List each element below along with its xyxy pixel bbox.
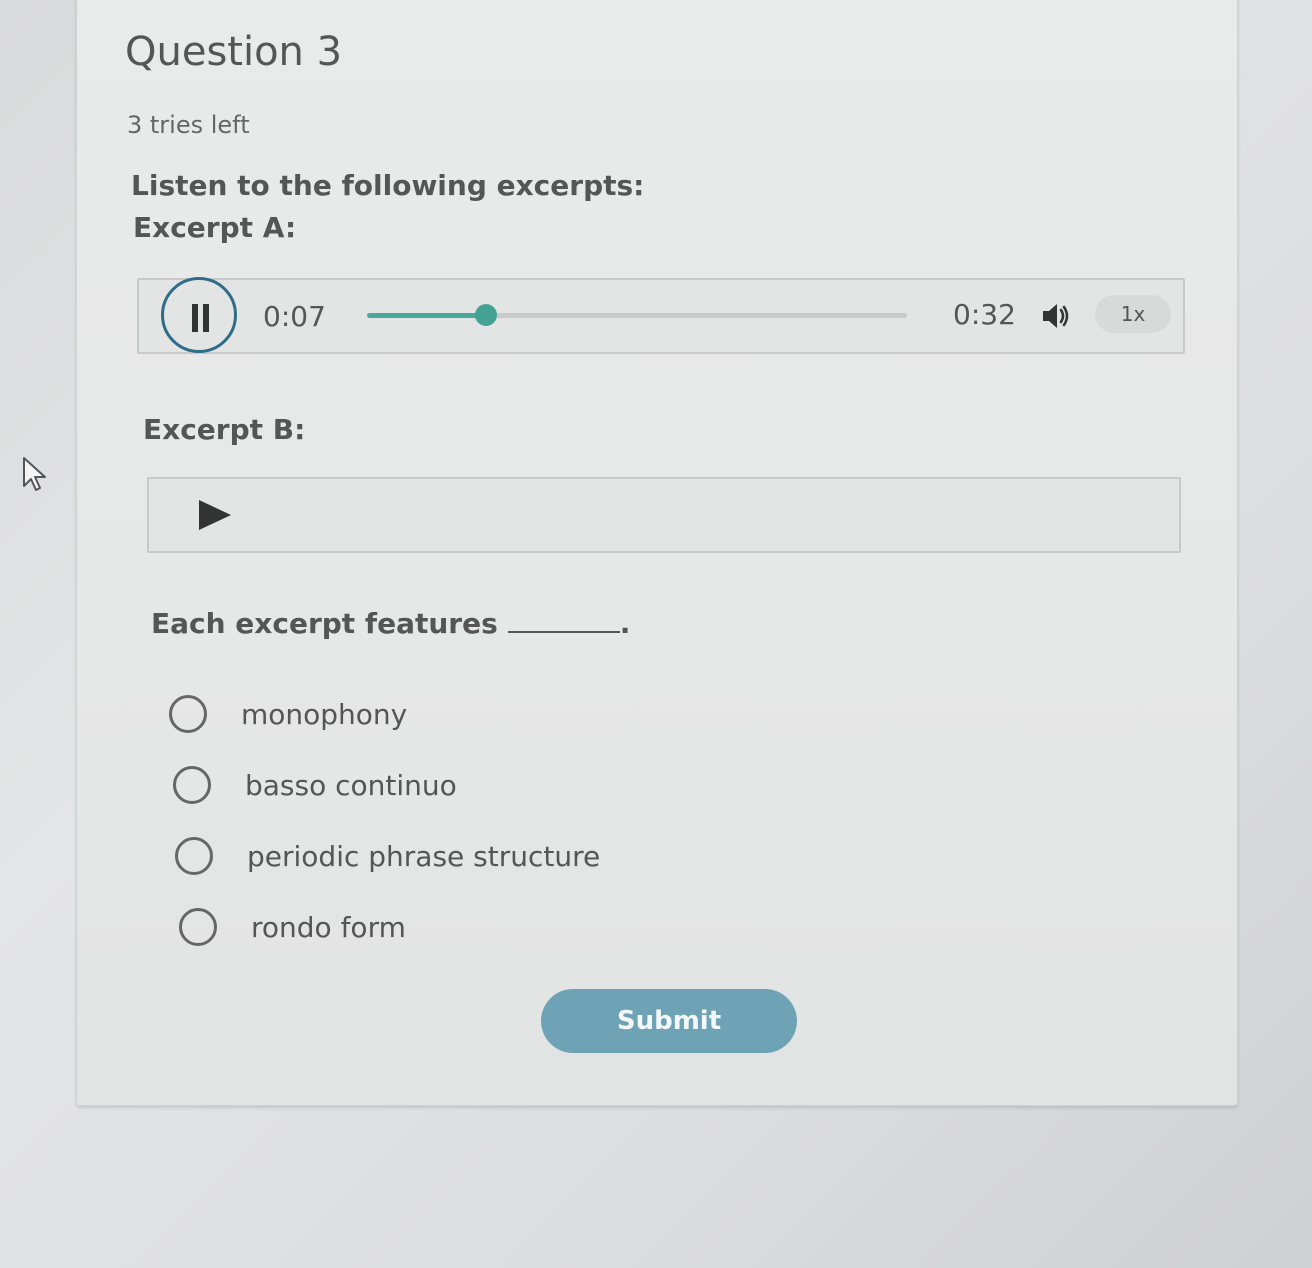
answer-option-rondo-form[interactable]: rondo form <box>179 908 406 946</box>
submit-button[interactable]: Submit <box>541 989 797 1053</box>
option-label: rondo form <box>251 910 406 944</box>
excerpt-b-label: Excerpt B: <box>143 413 306 446</box>
mouse-pointer-icon <box>22 456 48 492</box>
pause-icon <box>203 304 209 332</box>
prompt-end: . <box>619 607 631 640</box>
excerpt-a-label: Excerpt A: <box>133 211 297 244</box>
answer-option-periodic-phrase-structure[interactable]: periodic phrase structure <box>175 837 600 875</box>
play-button[interactable] <box>195 497 235 533</box>
fill-in-blank <box>507 631 620 633</box>
seek-slider[interactable] <box>367 304 907 326</box>
seek-progress-fill <box>367 313 486 318</box>
radio-button[interactable] <box>173 766 211 804</box>
playback-speed-button[interactable]: 1x <box>1095 295 1171 333</box>
question-title: Question 3 <box>125 29 343 75</box>
volume-icon[interactable] <box>1039 298 1075 334</box>
instructions-text: Listen to the following excerpts: <box>131 169 645 202</box>
answer-option-basso-continuo[interactable]: basso continuo <box>173 766 457 804</box>
prompt-text: Each excerpt features <box>151 607 498 640</box>
play-icon <box>199 500 231 530</box>
current-time: 0:07 <box>263 300 326 333</box>
seek-slider-thumb[interactable] <box>474 304 497 326</box>
option-label: basso continuo <box>245 768 457 802</box>
option-label: periodic phrase structure <box>247 839 601 873</box>
audio-player-excerpt-a: 0:07 0:32 1x <box>137 277 1185 354</box>
pause-button[interactable] <box>161 277 237 353</box>
option-label: monophony <box>241 697 408 731</box>
radio-button[interactable] <box>175 837 213 875</box>
question-prompt: Each excerpt features. <box>151 607 630 640</box>
radio-button[interactable] <box>169 695 207 733</box>
question-card: Question 3 3 tries left Listen to the fo… <box>76 0 1238 1106</box>
answer-option-monophony[interactable]: monophony <box>169 695 407 733</box>
pause-icon <box>192 304 198 332</box>
total-duration: 0:32 <box>953 298 1016 331</box>
tries-left-text: 3 tries left <box>127 111 250 139</box>
audio-player-excerpt-b <box>147 477 1181 553</box>
radio-button[interactable] <box>179 908 217 946</box>
